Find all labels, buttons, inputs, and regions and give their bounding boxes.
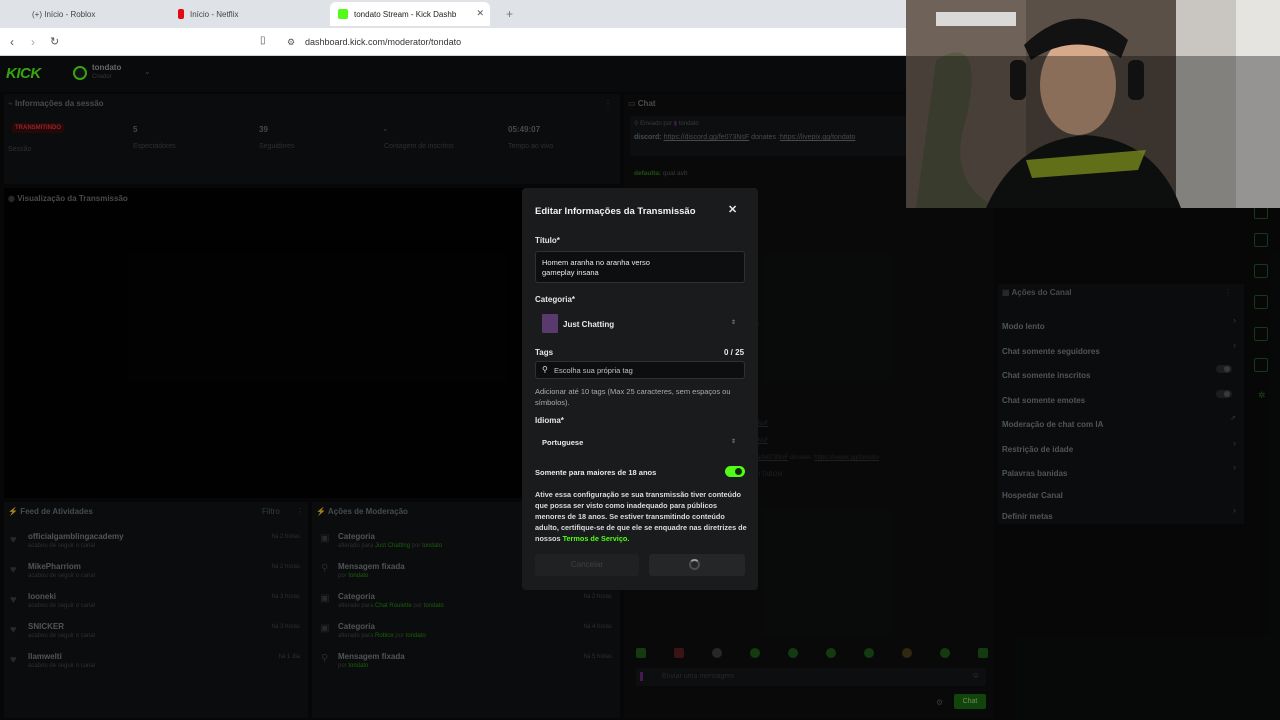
close-tab-icon[interactable]: ✕	[476, 8, 484, 19]
netflix-icon	[178, 9, 184, 19]
language-value: Portuguese	[542, 438, 584, 447]
tab-app-icon	[0, 2, 8, 26]
language-label: Idioma*	[535, 416, 564, 425]
tags-placeholder: Escolha sua própria tag	[554, 366, 633, 375]
back-icon[interactable]: ‹	[10, 35, 14, 49]
stream-title-line-2: gameplay insana	[542, 268, 599, 277]
tab-netflix[interactable]: Início - Netflix	[170, 2, 320, 26]
tags-count: 0 / 25	[724, 348, 745, 357]
tab-kick-title: tondato Stream - Kick Dashb	[354, 9, 457, 19]
tags-help-text: Adicionar até 10 tags (Max 25 caracteres…	[535, 387, 731, 407]
category-value: Just Chatting	[563, 320, 615, 329]
terms-of-service-link[interactable]: Termos de Serviço.	[563, 534, 630, 543]
language-chevron-icon: ⇕	[730, 439, 736, 445]
stream-title-input[interactable]: Homem aranha no aranha verso gameplay in…	[535, 251, 745, 283]
new-tab-button[interactable]: +	[498, 2, 518, 26]
adult-content-help: Ative essa configuração se sua transmiss…	[535, 490, 747, 543]
cancel-button[interactable]: Cancelar	[535, 554, 639, 576]
reload-icon[interactable]: ↻	[50, 35, 59, 48]
kick-icon	[338, 9, 348, 19]
tags-label: Tags	[535, 348, 554, 357]
modal-title: Editar Informações da Transmissão	[535, 206, 696, 217]
tab-kick-dashboard[interactable]: tondato Stream - Kick Dashb ✕	[330, 2, 490, 26]
save-button[interactable]	[649, 554, 745, 576]
tab-roblox-title: (+) Início - Roblox	[32, 9, 96, 19]
category-label: Categoria*	[535, 295, 576, 304]
search-icon: ⚲	[542, 365, 548, 374]
toggle-knob	[735, 468, 742, 475]
adult-content-toggle[interactable]	[725, 466, 745, 477]
forward-icon[interactable]: ›	[31, 35, 35, 49]
modal-close-icon[interactable]: ✕	[728, 203, 737, 216]
loading-spinner-icon	[689, 559, 700, 570]
edit-stream-info-modal: Editar Informações da Transmissão ✕ Títu…	[522, 188, 758, 590]
tab-netflix-title: Início - Netflix	[190, 9, 239, 19]
language-select[interactable]: Portuguese ⇕	[535, 432, 745, 452]
category-thumbnail	[542, 314, 558, 333]
tab-roblox[interactable]: (+) Início - Roblox	[24, 2, 164, 26]
category-chevron-icon: ⇕	[730, 320, 736, 326]
category-select[interactable]: Just Chatting ⇕	[535, 310, 745, 336]
stream-title-line-1: Homem aranha no aranha verso	[542, 258, 650, 267]
site-info-icon[interactable]: ⚙	[287, 37, 295, 48]
bookmark-icon[interactable]: ▯	[260, 35, 266, 46]
url-text[interactable]: dashboard.kick.com/moderator/tondato	[305, 37, 461, 47]
tags-input[interactable]: ⚲ Escolha sua própria tag	[535, 361, 745, 379]
adult-content-label: Somente para maiores de 18 anos	[535, 468, 657, 477]
stream-title-label: Título*	[535, 236, 560, 245]
